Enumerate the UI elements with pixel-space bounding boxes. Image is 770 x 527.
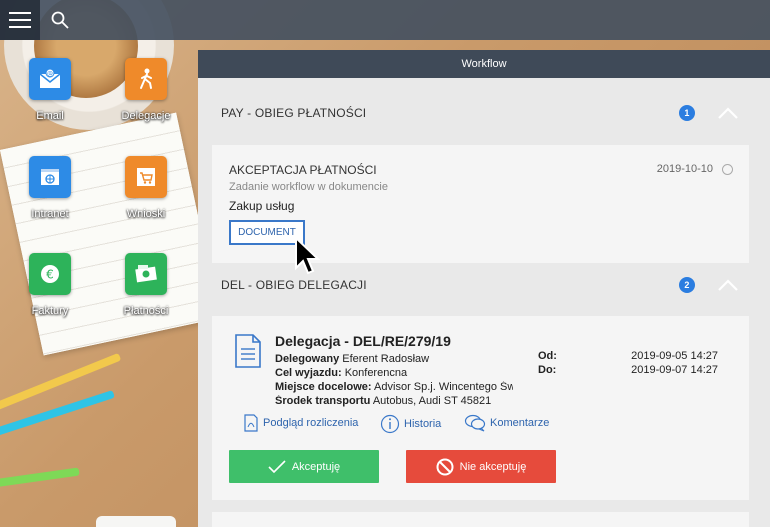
clock-icon <box>722 164 733 175</box>
date-from-value: 2019-09-05 14:27 <box>631 350 718 362</box>
action-label: Podgląd rozliczenia <box>263 417 359 429</box>
section-header-pay[interactable]: PAY - OBIEG PŁATNOŚCI 1 <box>198 88 770 138</box>
email-icon: @ <box>29 58 71 100</box>
app-label: Delegacje <box>121 110 171 122</box>
app-delegacje[interactable]: Delegacje <box>110 58 182 122</box>
svg-text:€: € <box>46 268 54 282</box>
pencil-green <box>0 467 80 488</box>
action-label: Komentarze <box>490 417 550 429</box>
reject-label: Nie akceptuję <box>459 460 527 473</box>
hamburger-icon <box>9 12 31 28</box>
date-to-value: 2019-09-07 14:27 <box>631 364 718 376</box>
app-label: Wnioski <box>126 208 166 220</box>
card-date: 2019-10-10 <box>656 163 713 175</box>
search-button[interactable] <box>44 4 76 36</box>
field-srodek-transportu: Środek transportu Autobus, Audi ST 45821 <box>275 395 492 407</box>
app-intranet[interactable]: Intranet <box>14 156 86 220</box>
pencil-yellow <box>0 352 122 413</box>
workflow-card-delegation: Delegacja - DEL/RE/279/19 Delegowany Efe… <box>212 316 749 500</box>
cart-icon <box>125 156 167 198</box>
workflow-panel: Workflow PAY - OBIEG PŁATNOŚCI 1 AKCEPTA… <box>198 50 770 527</box>
walking-person-icon <box>125 58 167 100</box>
app-wnioski[interactable]: Wnioski <box>110 156 182 220</box>
section-title: PAY - OBIEG PŁATNOŚCI <box>221 106 367 120</box>
count-badge: 2 <box>679 277 695 293</box>
field-cel-wyjazdu: Cel wyjazdu: Konferencna <box>275 367 408 379</box>
action-label: Historia <box>404 418 442 430</box>
comments-link[interactable]: Komentarze <box>464 414 549 432</box>
document-icon <box>235 334 261 368</box>
app-platnosci[interactable]: Płatności <box>110 253 182 317</box>
date-from-label: Od: <box>538 350 557 362</box>
app-faktury[interactable]: € Faktury <box>14 253 86 317</box>
app-label: Płatności <box>123 305 169 317</box>
history-link[interactable]: Historia <box>380 414 441 434</box>
workflow-card-next <box>212 512 749 527</box>
accept-button[interactable]: Akceptuję <box>229 450 379 483</box>
card-title: Delegacja - DEL/RE/279/19 <box>275 333 451 349</box>
date-to-label: Do: <box>538 364 557 376</box>
pdf-icon <box>244 414 258 432</box>
count-badge: 1 <box>679 105 695 121</box>
euro-icon: € <box>29 253 71 295</box>
paper-decoration <box>96 516 176 527</box>
check-icon <box>268 459 286 473</box>
app-label: Faktury <box>31 305 69 317</box>
app-email[interactable]: @ Email <box>14 58 86 122</box>
menu-button[interactable] <box>0 0 40 40</box>
reject-button[interactable]: Nie akceptuję <box>406 450 556 483</box>
workflow-card-payment: AKCEPTACJA PŁATNOŚCI Zadanie workflow w … <box>212 145 749 263</box>
card-description: Zakup usług <box>229 199 295 213</box>
comments-icon <box>464 414 486 432</box>
notebook-decoration <box>0 112 220 356</box>
section-header-del[interactable]: DEL - OBIEG DELEGACJI 2 <box>198 260 770 310</box>
top-bar <box>0 0 770 40</box>
svg-text:@: @ <box>47 71 53 78</box>
card-title: AKCEPTACJA PŁATNOŚCI <box>229 163 377 177</box>
search-icon <box>51 11 69 29</box>
app-label: Email <box>36 110 64 122</box>
section-title: DEL - OBIEG DELEGACJI <box>221 278 367 292</box>
info-icon <box>380 414 400 434</box>
field-miejsce-docelowe: Miejsce docelowe: Advisor Sp.j. Wincente… <box>275 381 513 393</box>
card-subtitle: Zadanie workflow w dokumencie <box>229 181 388 193</box>
panel-title: Workflow <box>198 50 770 78</box>
app-label: Intranet <box>31 208 69 220</box>
field-delegowany: Delegowany Eferent Radosław <box>275 353 430 365</box>
accept-label: Akceptuję <box>291 460 341 473</box>
forbidden-icon <box>436 458 454 475</box>
chevron-up-icon[interactable] <box>717 106 739 120</box>
mouse-cursor-icon <box>295 236 320 275</box>
cash-icon <box>125 253 167 295</box>
preview-settlement-link[interactable]: Podgląd rozliczenia <box>243 414 358 432</box>
chevron-up-icon[interactable] <box>717 278 739 292</box>
globe-window-icon <box>29 156 71 198</box>
